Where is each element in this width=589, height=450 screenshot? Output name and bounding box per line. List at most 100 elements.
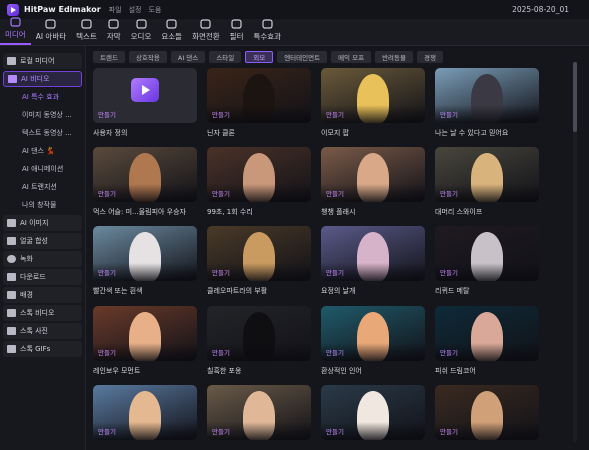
effect-thumbnail[interactable]: 만들기	[207, 68, 311, 123]
effect-thumbnail[interactable]: 만들기	[207, 226, 311, 281]
sidebar-item[interactable]: AI 트랜지션	[3, 179, 82, 195]
effect-card[interactable]: 만들기 99초, 1회 수리	[207, 147, 311, 217]
make-button[interactable]: 만들기	[98, 347, 116, 357]
make-button[interactable]: 만들기	[440, 347, 458, 357]
scrollbar-thumb[interactable]	[573, 62, 577, 132]
make-button[interactable]: 만들기	[98, 426, 116, 436]
effect-card[interactable]: 만들기 요정의 날개	[321, 226, 425, 296]
make-button[interactable]: 만들기	[326, 426, 344, 436]
effect-card[interactable]: 만들기	[93, 385, 197, 440]
effect-card[interactable]: 만들기 나는 날 수 있다고 믿어요	[435, 68, 539, 138]
sidebar-item[interactable]: 나의 창작물	[3, 197, 82, 213]
menu-help[interactable]: 도움	[148, 5, 161, 15]
sidebar-item[interactable]: 스톡 GIFs	[3, 341, 82, 357]
sidebar-item[interactable]: 로컬 미디어	[3, 53, 82, 69]
effect-card[interactable]: 만들기 챙챙 플래시	[321, 147, 425, 217]
make-button[interactable]: 만들기	[326, 188, 344, 198]
effect-thumbnail[interactable]: 만들기	[321, 306, 425, 361]
make-button[interactable]: 만들기	[98, 109, 116, 119]
make-button[interactable]: 만들기	[212, 109, 230, 119]
effect-card[interactable]: 만들기 빨간색 또는 흰색	[93, 226, 197, 296]
effect-card[interactable]: 만들기	[435, 385, 539, 440]
tab-subtitle[interactable]: 자막	[102, 19, 126, 45]
effect-thumbnail[interactable]: 만들기	[435, 226, 539, 281]
make-button[interactable]: 만들기	[326, 109, 344, 119]
menu-settings[interactable]: 설정	[129, 5, 142, 15]
sidebar-item[interactable]: AI 비디오	[3, 71, 82, 87]
sidebar-item[interactable]: 텍스트 동영상 ...	[3, 125, 82, 141]
tab-avatar[interactable]: AI 아바타	[31, 19, 71, 45]
effect-thumbnail[interactable]: 만들기	[93, 68, 197, 123]
effect-thumbnail[interactable]: 만들기	[321, 68, 425, 123]
effect-card[interactable]: 만들기 이모지 팝	[321, 68, 425, 138]
tab-transition[interactable]: 화면전환	[187, 19, 225, 45]
sidebar-item[interactable]: 이미지 동영상 ...	[3, 107, 82, 123]
make-button[interactable]: 만들기	[212, 188, 230, 198]
effect-card[interactable]: 만들기 클레오파트라의 부활	[207, 226, 311, 296]
scrollbar[interactable]	[573, 62, 577, 442]
menu-file[interactable]: 파일	[109, 5, 122, 15]
filter-chip[interactable]: 엔터테인먼트	[277, 51, 328, 63]
filter-chip[interactable]: 트렌드	[93, 51, 125, 63]
effect-card[interactable]: 만들기 리퀴드 메탈	[435, 226, 539, 296]
filter-chip[interactable]: AI 댄스	[170, 51, 206, 63]
sidebar-item[interactable]: 스톡 사진	[3, 323, 82, 339]
make-button[interactable]: 만들기	[440, 188, 458, 198]
effect-thumbnail[interactable]: 만들기	[207, 147, 311, 202]
effect-thumbnail[interactable]: 만들기	[321, 226, 425, 281]
tab-effects[interactable]: 특수효과	[248, 19, 286, 45]
effect-card[interactable]: 만들기 사용자 정의	[93, 68, 197, 138]
sidebar-item[interactable]: 배경	[3, 287, 82, 303]
make-button[interactable]: 만들기	[212, 347, 230, 357]
make-button[interactable]: 만들기	[212, 267, 230, 277]
sidebar-item[interactable]: AI 애니메이션	[3, 161, 82, 177]
effect-thumbnail[interactable]: 만들기	[321, 147, 425, 202]
filter-chip[interactable]: 스타일	[209, 51, 242, 63]
effect-card[interactable]: 만들기 환상적인 인어	[321, 306, 425, 376]
effect-card[interactable]: 만들기	[207, 385, 311, 440]
effect-thumbnail[interactable]: 만들기	[93, 226, 197, 281]
sidebar-item[interactable]: 다운로드	[3, 269, 82, 285]
effect-thumbnail[interactable]: 만들기	[321, 385, 425, 440]
make-button[interactable]: 만들기	[440, 109, 458, 119]
filter-chip[interactable]: 외모	[245, 51, 274, 63]
filter-chip[interactable]: 반려동물	[375, 51, 413, 63]
sidebar-item[interactable]: 녹화	[3, 251, 82, 267]
make-button[interactable]: 만들기	[98, 188, 116, 198]
sidebar-item[interactable]: AI 이미지	[3, 215, 82, 231]
filter-chip[interactable]: 경쟁	[417, 51, 443, 63]
effect-thumbnail[interactable]: 만들기	[435, 306, 539, 361]
sidebar-item[interactable]: 얼굴 합성	[3, 233, 82, 249]
effect-thumbnail[interactable]: 만들기	[93, 147, 197, 202]
sidebar-item[interactable]: AI 댄스 💃	[3, 143, 82, 159]
effect-card[interactable]: 만들기 닌자 클론	[207, 68, 311, 138]
tab-elements[interactable]: 요소들	[156, 19, 187, 45]
effect-card[interactable]: 만들기	[321, 385, 425, 440]
filter-chip[interactable]: 메익 모프	[331, 51, 372, 63]
effect-card[interactable]: 만들기 먹스 어슬: 미...올림피아 우승자	[93, 147, 197, 217]
make-button[interactable]: 만들기	[440, 267, 458, 277]
make-button[interactable]: 만들기	[326, 347, 344, 357]
effect-card[interactable]: 만들기 대머리 스와이프	[435, 147, 539, 217]
tab-filter[interactable]: 필터	[225, 19, 249, 45]
effect-card[interactable]: 만들기 칠흑한 포옹	[207, 306, 311, 376]
tab-audio[interactable]: 오디오	[126, 19, 157, 45]
effect-thumbnail[interactable]: 만들기	[435, 147, 539, 202]
effect-thumbnail[interactable]: 만들기	[207, 385, 311, 440]
tab-text[interactable]: 텍스트	[71, 19, 102, 45]
filter-chip[interactable]: 상호작용	[128, 51, 167, 63]
effect-thumbnail[interactable]: 만들기	[207, 306, 311, 361]
effect-thumbnail[interactable]: 만들기	[435, 68, 539, 123]
sidebar-item[interactable]: AI 특수 효과	[3, 89, 82, 105]
sidebar-item[interactable]: 스톡 비디오	[3, 305, 82, 321]
make-button[interactable]: 만들기	[212, 426, 230, 436]
make-button[interactable]: 만들기	[98, 267, 116, 277]
effect-thumbnail[interactable]: 만들기	[435, 385, 539, 440]
make-button[interactable]: 만들기	[326, 267, 344, 277]
effect-thumbnail[interactable]: 만들기	[93, 385, 197, 440]
tab-media[interactable]: 미디어	[0, 17, 31, 45]
effect-card[interactable]: 만들기 레인보우 모먼트	[93, 306, 197, 376]
make-button[interactable]: 만들기	[440, 426, 458, 436]
effect-thumbnail[interactable]: 만들기	[93, 306, 197, 361]
effect-card[interactable]: 만들기 피쉬 드림코어	[435, 306, 539, 376]
